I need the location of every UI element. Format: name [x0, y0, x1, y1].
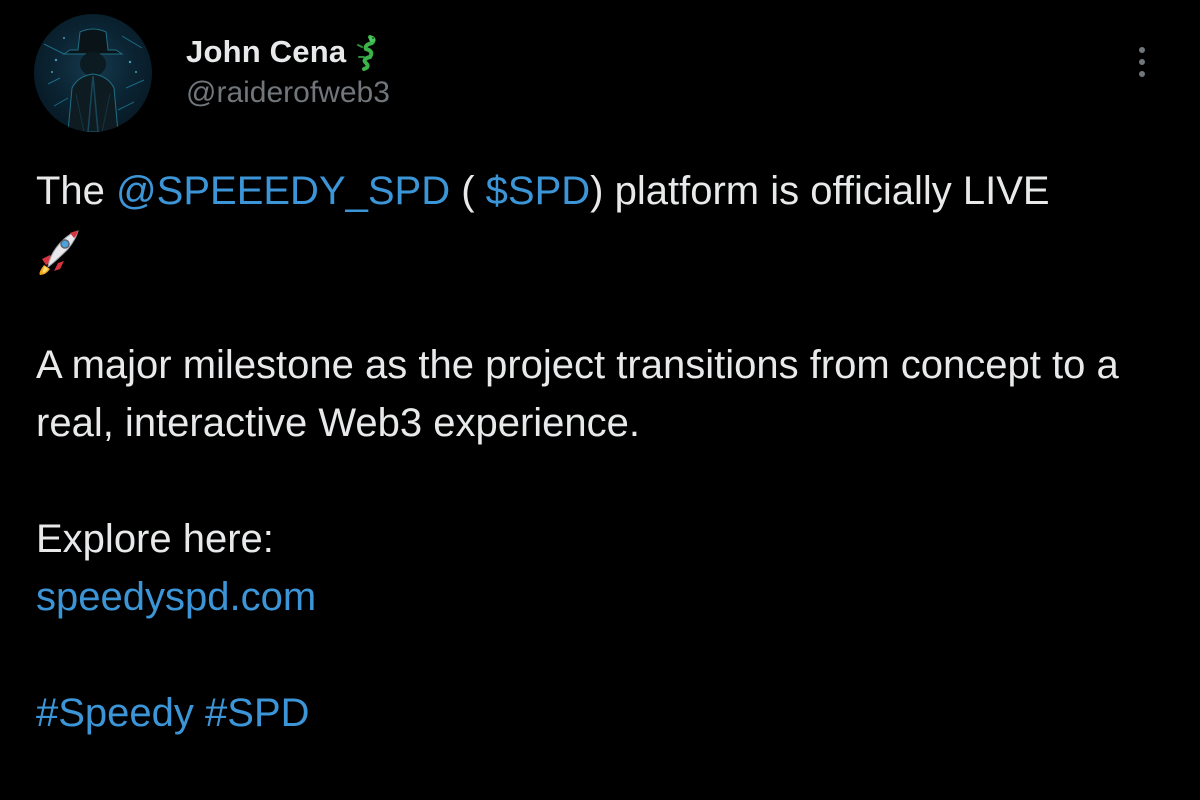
post-paragraph-4: #Speedy #SPD	[36, 684, 1166, 742]
hashtag-spd-link[interactable]: #SPD	[205, 691, 310, 735]
dragon-emoji-icon	[352, 33, 380, 71]
rocket-emoji-icon	[36, 225, 82, 277]
hashtag-speedy-link[interactable]: #Speedy	[36, 691, 194, 735]
display-name-row: John Cena	[186, 32, 390, 72]
post-body: The @SPEEEDY_SPD ( $SPD) platform is off…	[36, 162, 1166, 742]
mention-link[interactable]: @SPEEEDY_SPD	[116, 169, 450, 213]
post-text-suffix: ) platform is officially LIVE	[590, 169, 1050, 213]
explore-label: Explore here:	[36, 517, 274, 561]
cashtag-link[interactable]: $SPD	[486, 169, 591, 213]
author-block: John Cena @raiderofweb3	[186, 32, 390, 110]
post-paragraph-1: The @SPEEEDY_SPD ( $SPD) platform is off…	[36, 162, 1166, 278]
post-text-paren: (	[450, 169, 486, 213]
more-vertical-icon	[1139, 47, 1145, 77]
post-paragraph-3: Explore here: speedyspd.com	[36, 510, 1166, 626]
post-text-prefix: The	[36, 169, 117, 213]
website-link[interactable]: speedyspd.com	[36, 575, 316, 619]
post-paragraph-2: A major milestone as the project transit…	[36, 343, 1119, 445]
display-name[interactable]: John Cena	[186, 34, 346, 70]
author-handle[interactable]: @raiderofweb3	[186, 76, 390, 110]
tweet: John Cena @raiderofweb3 The @SPEEEDY_SPD…	[0, 0, 1200, 800]
more-options-button[interactable]	[1130, 42, 1154, 82]
hooded-figure-icon	[43, 28, 145, 132]
avatar[interactable]	[34, 14, 152, 132]
